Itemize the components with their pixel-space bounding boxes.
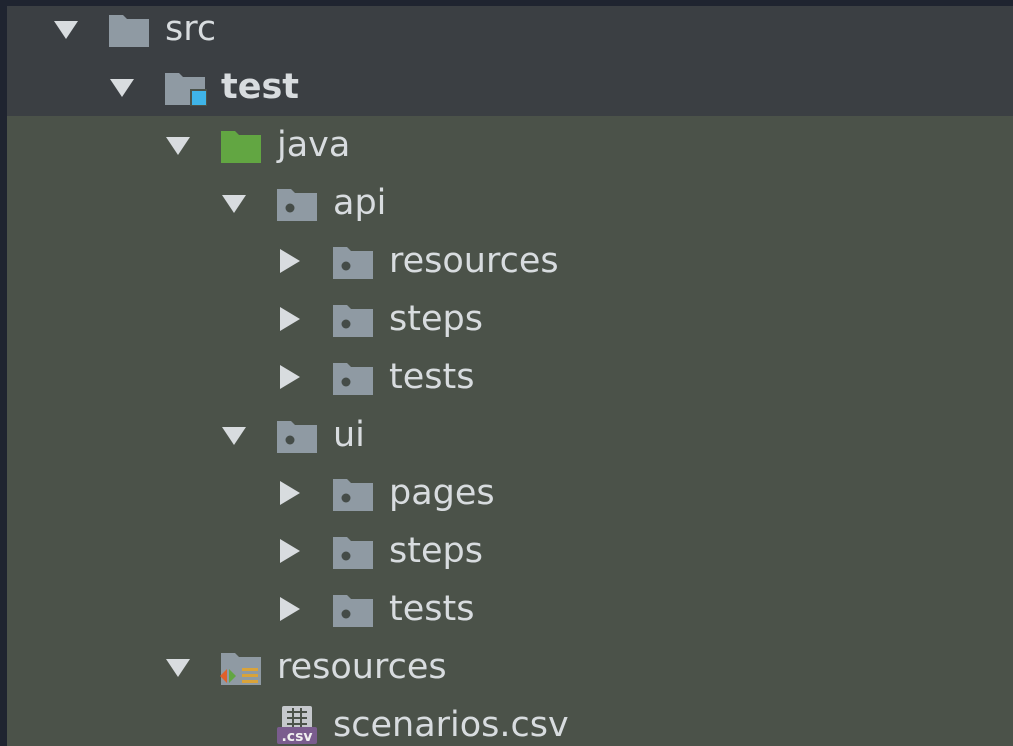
test-resources-folder-icon <box>219 647 263 687</box>
tree-node[interactable]: resources <box>7 638 1013 696</box>
tree-node[interactable]: pages <box>7 464 1013 522</box>
tree-node[interactable]: steps <box>7 290 1013 348</box>
collapse-arrow-right-icon[interactable] <box>277 247 303 275</box>
folder-icon <box>107 9 151 49</box>
collapse-arrow-right-icon[interactable] <box>277 537 303 565</box>
collapse-arrow-right-icon[interactable] <box>277 479 303 507</box>
expand-arrow-down-icon[interactable] <box>165 131 191 159</box>
tree-node-label: test <box>221 67 300 107</box>
tree-node[interactable]: resources <box>7 232 1013 290</box>
package-icon <box>331 473 375 513</box>
collapse-arrow-right-icon[interactable] <box>277 363 303 391</box>
package-icon <box>331 357 375 397</box>
package-icon <box>275 415 319 455</box>
tree-node-label: resources <box>277 647 447 687</box>
csv-file-icon: .csv <box>275 705 319 745</box>
tree-node-label: resources <box>389 241 559 281</box>
tree-node-label: steps <box>389 531 483 571</box>
tree-node[interactable]: ui <box>7 406 1013 464</box>
tree-node[interactable]: tests <box>7 580 1013 638</box>
expand-arrow-down-icon[interactable] <box>221 421 247 449</box>
tree-node-label: src <box>165 9 217 49</box>
expand-arrow-down-icon[interactable] <box>165 653 191 681</box>
package-icon <box>275 183 319 223</box>
tree-node-label: ui <box>333 415 365 455</box>
tree-node-label: pages <box>389 473 495 513</box>
tree-node[interactable]: test <box>7 58 1013 116</box>
source-folder-icon <box>219 125 263 165</box>
tree-node[interactable]: src <box>7 6 1013 58</box>
package-icon <box>331 241 375 281</box>
expand-arrow-down-icon[interactable] <box>53 15 79 43</box>
package-icon <box>331 299 375 339</box>
package-icon <box>331 589 375 629</box>
tree-node-label: scenarios.csv <box>333 705 569 745</box>
tree-node[interactable]: api <box>7 174 1013 232</box>
tree-node-label: java <box>277 125 351 165</box>
expand-arrow-down-icon[interactable] <box>109 73 135 101</box>
tree-node[interactable]: .csv scenarios.csv <box>7 696 1013 746</box>
tree-node-label: steps <box>389 299 483 339</box>
collapse-arrow-right-icon[interactable] <box>277 305 303 333</box>
tree-node[interactable]: tests <box>7 348 1013 406</box>
collapse-arrow-right-icon[interactable] <box>277 595 303 623</box>
project-tree: src test java api resources steps tests ui pages… <box>7 6 1013 746</box>
svg-text:.csv: .csv <box>281 729 312 745</box>
tree-node-label: tests <box>389 357 475 397</box>
test-root-folder-icon <box>163 67 207 107</box>
package-icon <box>331 531 375 571</box>
tree-node[interactable]: steps <box>7 522 1013 580</box>
tree-node-label: tests <box>389 589 475 629</box>
tree-node[interactable]: java <box>7 116 1013 174</box>
expand-arrow-down-icon[interactable] <box>221 189 247 217</box>
tree-node-label: api <box>333 183 387 223</box>
